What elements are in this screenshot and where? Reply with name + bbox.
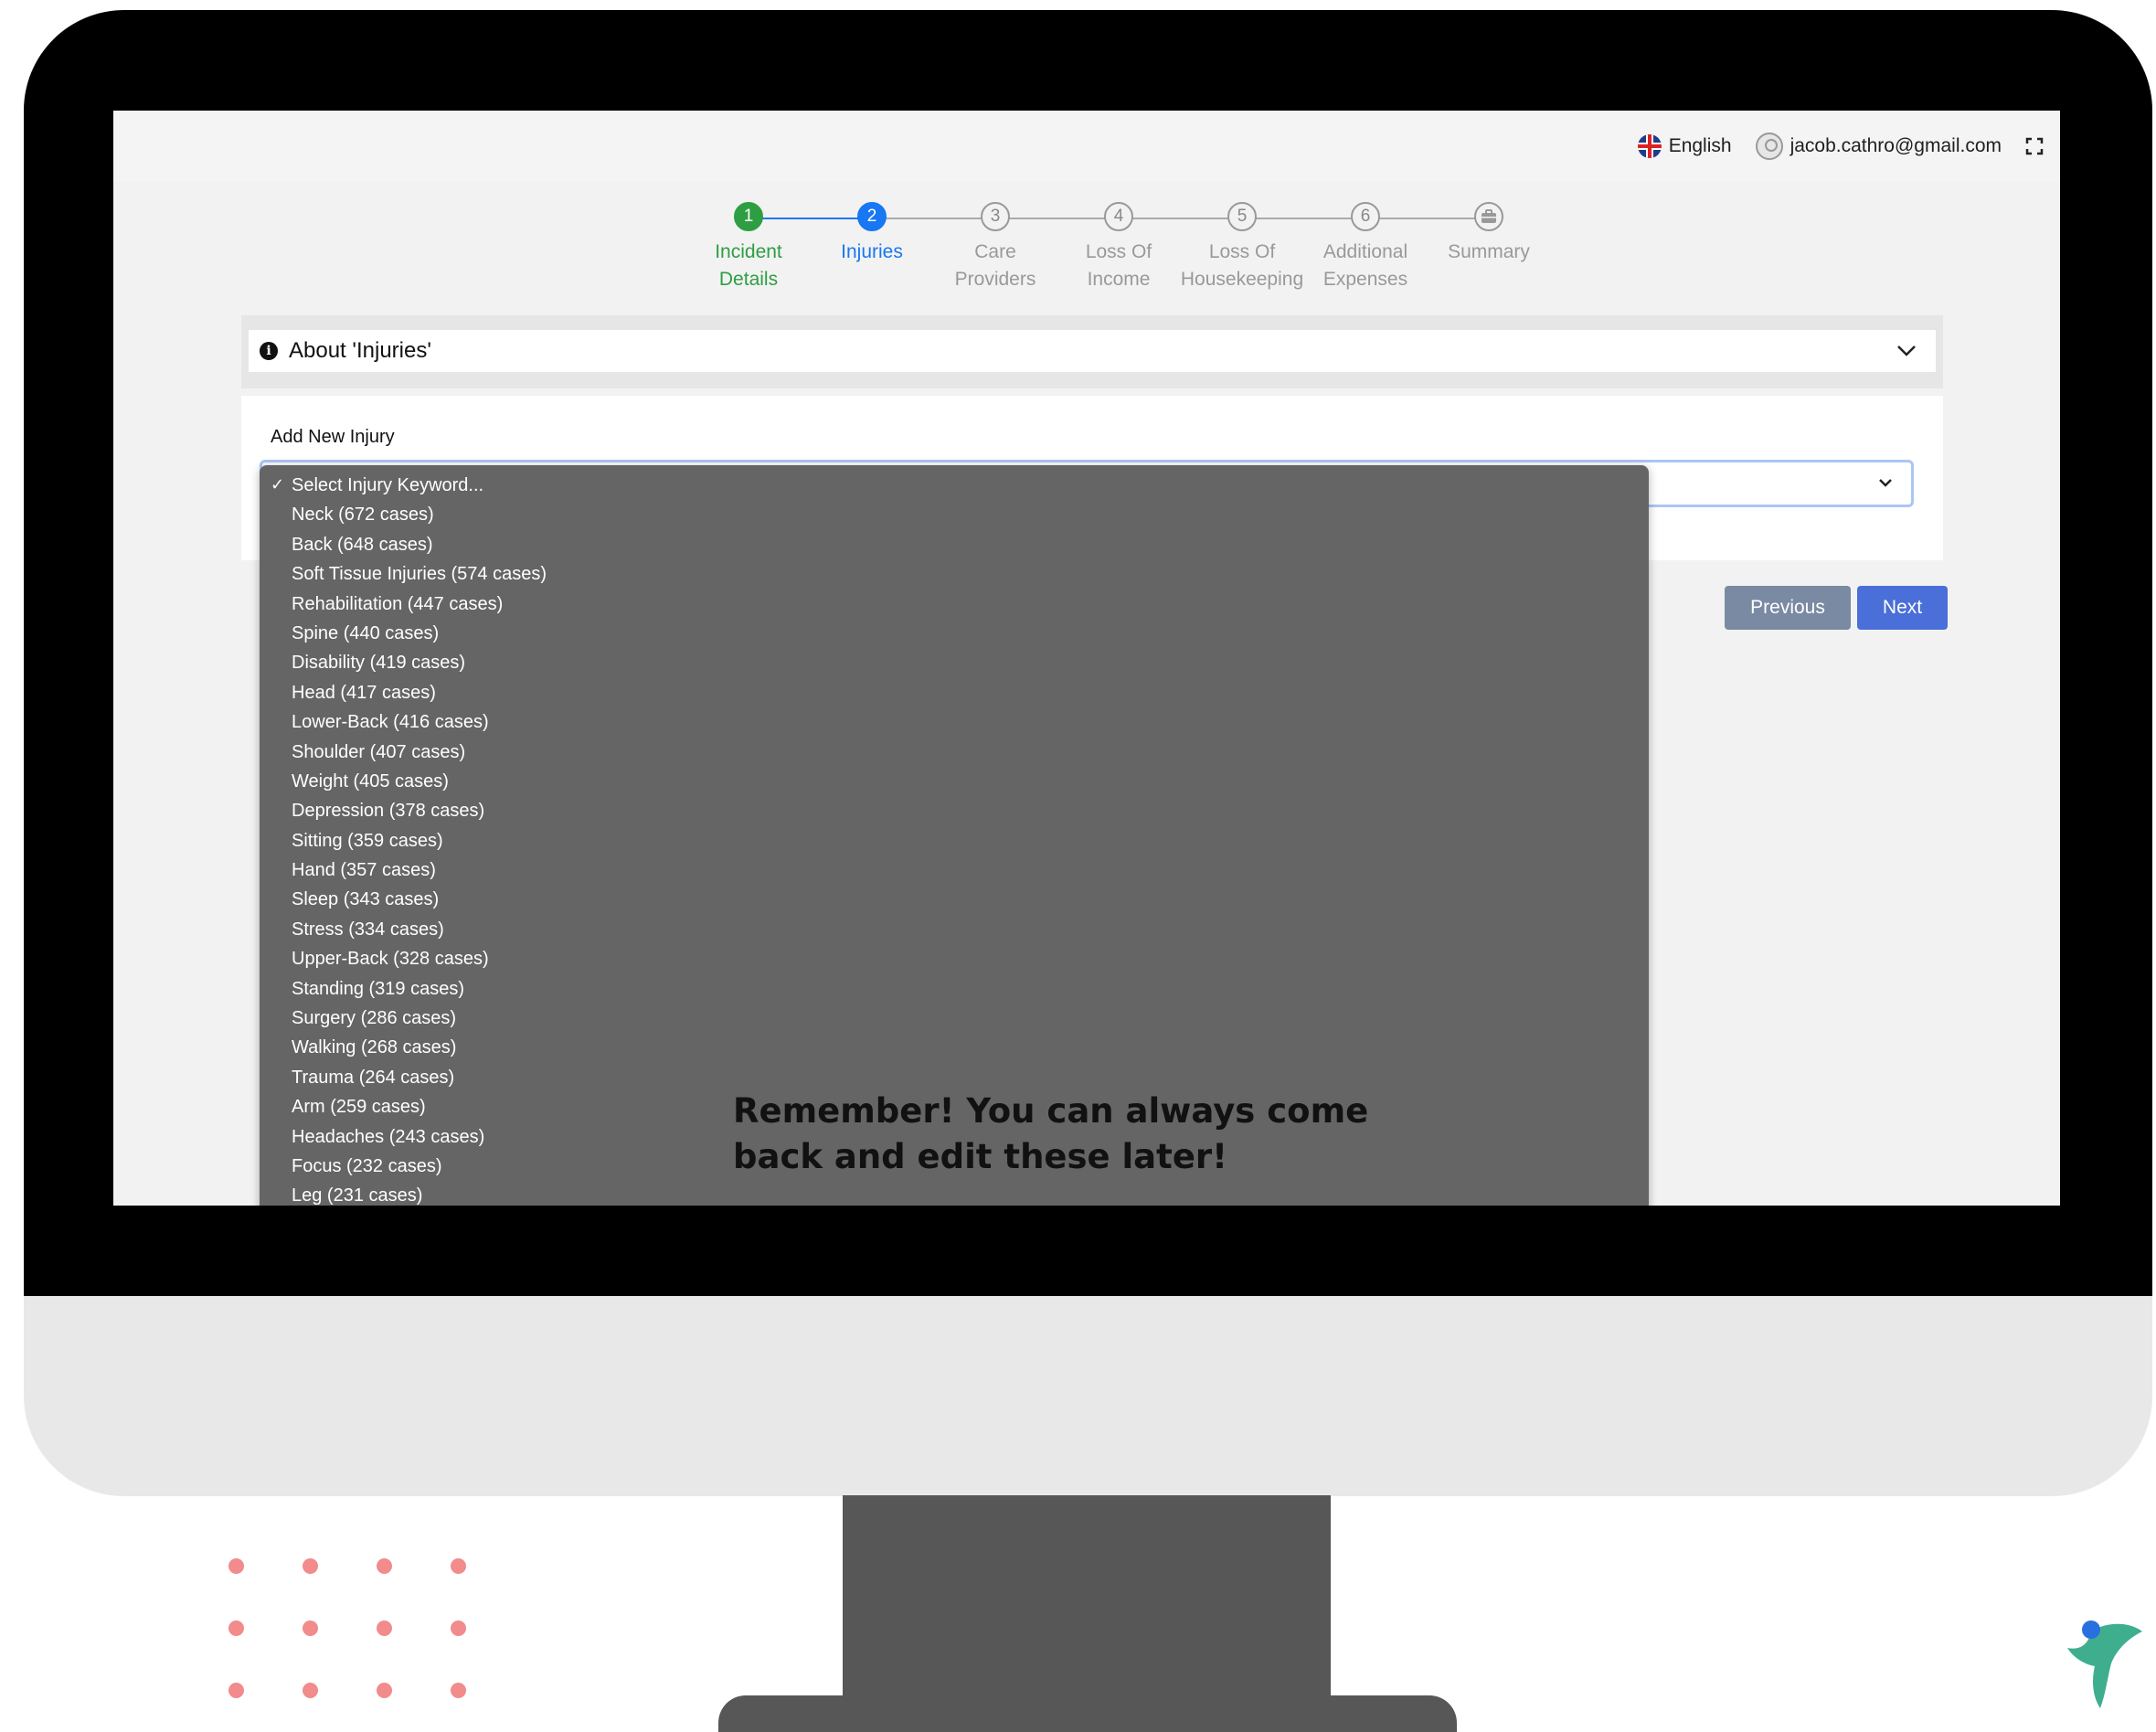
user-avatar-icon [1755, 133, 1783, 160]
overlay-line-2: back and edit these later! [733, 1137, 1228, 1176]
previous-button[interactable]: Previous [1725, 586, 1851, 630]
dropdown-option[interactable]: Spine (440 cases) [260, 619, 1649, 648]
decorative-dot [377, 1683, 392, 1698]
step-circle: 1 [734, 202, 763, 231]
step-circle: 3 [981, 202, 1010, 231]
next-button[interactable]: Next [1857, 586, 1948, 630]
step-label-line-1: Additional [1322, 241, 1408, 262]
brand-logo-icon [2067, 1620, 2142, 1708]
step-label: Incident Details [680, 239, 817, 293]
dropdown-option[interactable]: Depression (378 cases) [260, 796, 1649, 825]
step-label-line-1: Loss Of [1208, 241, 1276, 262]
step-1[interactable]: 1 Incident Details [680, 202, 817, 293]
decorative-dot [228, 1620, 244, 1636]
dropdown-option[interactable]: Leg (231 cases) [260, 1181, 1649, 1206]
dropdown-option[interactable]: Walking (268 cases) [260, 1033, 1649, 1062]
step-circle: 4 [1104, 202, 1133, 231]
step-2[interactable]: 2 Injuries [803, 202, 940, 266]
dropdown-option[interactable]: Upper-Back (328 cases) [260, 944, 1649, 973]
chevron-down-icon [1879, 479, 1892, 487]
dropdown-option[interactable]: Stress (334 cases) [260, 915, 1649, 944]
step-label-line-2: Details [718, 269, 779, 290]
step-3[interactable]: 3 Care Providers [927, 202, 1064, 293]
step-label-line-1: Summary [1448, 241, 1530, 262]
dropdown-option[interactable]: Shoulder (407 cases) [260, 738, 1649, 767]
step-label-line-2: Providers [954, 269, 1036, 290]
step-label-line-1: Injuries [841, 241, 903, 262]
step-5[interactable]: 5 Loss Of Housekeeping [1174, 202, 1311, 293]
dropdown-option[interactable]: Surgery (286 cases) [260, 1004, 1649, 1033]
step-label: Loss Of Housekeeping [1174, 239, 1311, 293]
step-label: Care Providers [927, 239, 1064, 293]
top-bar: English jacob.cathro@gmail.com [113, 111, 2060, 182]
chevron-down-icon[interactable] [1896, 339, 1917, 361]
language-label: English [1668, 135, 1732, 156]
step-label-line-1: Care [974, 241, 1016, 262]
dropdown-option[interactable]: Disability (419 cases) [260, 648, 1649, 677]
dropdown-option[interactable]: Neck (672 cases) [260, 500, 1649, 529]
dropdown-option[interactable]: Sleep (343 cases) [260, 885, 1649, 914]
language-selector[interactable]: English [1637, 134, 1732, 158]
dropdown-option[interactable]: Head (417 cases) [260, 678, 1649, 707]
step-label: Injuries [803, 239, 940, 266]
step-circle: 6 [1351, 202, 1380, 231]
step-label: Loss Of Income [1050, 239, 1187, 293]
decorative-dot [228, 1683, 244, 1698]
step-circle: 2 [857, 202, 887, 231]
decorative-dot [451, 1683, 466, 1698]
user-menu[interactable]: jacob.cathro@gmail.com [1755, 133, 2002, 160]
step-label-line-1: Loss Of [1085, 241, 1152, 262]
app-screen: English jacob.cathro@gmail.com 1 Incident… [113, 111, 2060, 1206]
dropdown-option[interactable]: Select Injury Keyword... [260, 471, 1649, 501]
decorative-dot [377, 1620, 392, 1636]
decorative-dot [228, 1558, 244, 1574]
dropdown-option[interactable]: Back (648 cases) [260, 530, 1649, 559]
step-6[interactable]: 6 Additional Expenses [1297, 202, 1434, 293]
decorative-dot [451, 1558, 466, 1574]
step-4[interactable]: 4 Loss Of Income [1050, 202, 1187, 293]
decorative-dot [303, 1683, 318, 1698]
briefcase-icon [1482, 209, 1496, 223]
overlay-reminder-text: Remember! You can always come back and e… [733, 1089, 1428, 1180]
dropdown-option[interactable]: Sitting (359 cases) [260, 826, 1649, 855]
about-title: About 'Injuries' [289, 338, 431, 363]
overlay-line-1: Remember! You can always come [733, 1091, 1369, 1131]
step-circle: 5 [1227, 202, 1257, 231]
step-label: Additional Expenses [1297, 239, 1434, 293]
decorative-dot [303, 1558, 318, 1574]
dropdown-option[interactable]: Standing (319 cases) [260, 974, 1649, 1004]
uk-flag-icon [1637, 134, 1662, 158]
decorative-dot [303, 1620, 318, 1636]
add-injury-label: Add New Injury [271, 427, 395, 447]
step-label-line-1: Incident [715, 241, 782, 262]
fullscreen-icon[interactable] [2025, 137, 2044, 155]
dropdown-option[interactable]: Weight (405 cases) [260, 767, 1649, 796]
step-7[interactable]: Summary [1420, 202, 1557, 266]
decorative-dot [377, 1558, 392, 1574]
user-email: jacob.cathro@gmail.com [1790, 135, 2002, 156]
step-label-line-2: Expenses [1322, 269, 1408, 290]
step-circle [1474, 202, 1503, 231]
dropdown-option[interactable]: Lower-Back (416 cases) [260, 707, 1649, 737]
step-label: Summary [1420, 239, 1557, 266]
info-icon: i [260, 342, 278, 360]
progress-stepper: 1 Incident Details 2 Injuries 3 Care Providers 4… [680, 202, 1630, 312]
monitor-stand [843, 1495, 1331, 1717]
about-accordion-header[interactable]: i About 'Injuries' [249, 330, 1936, 372]
decorative-dot [451, 1620, 466, 1636]
monitor-stand-base [718, 1695, 1457, 1732]
dropdown-option[interactable]: Hand (357 cases) [260, 855, 1649, 885]
dropdown-option[interactable]: Soft Tissue Injuries (574 cases) [260, 559, 1649, 589]
dropdown-option[interactable]: Rehabilitation (447 cases) [260, 590, 1649, 619]
step-label-line-2: Housekeeping [1180, 269, 1304, 290]
step-label-line-2: Income [1087, 269, 1151, 290]
